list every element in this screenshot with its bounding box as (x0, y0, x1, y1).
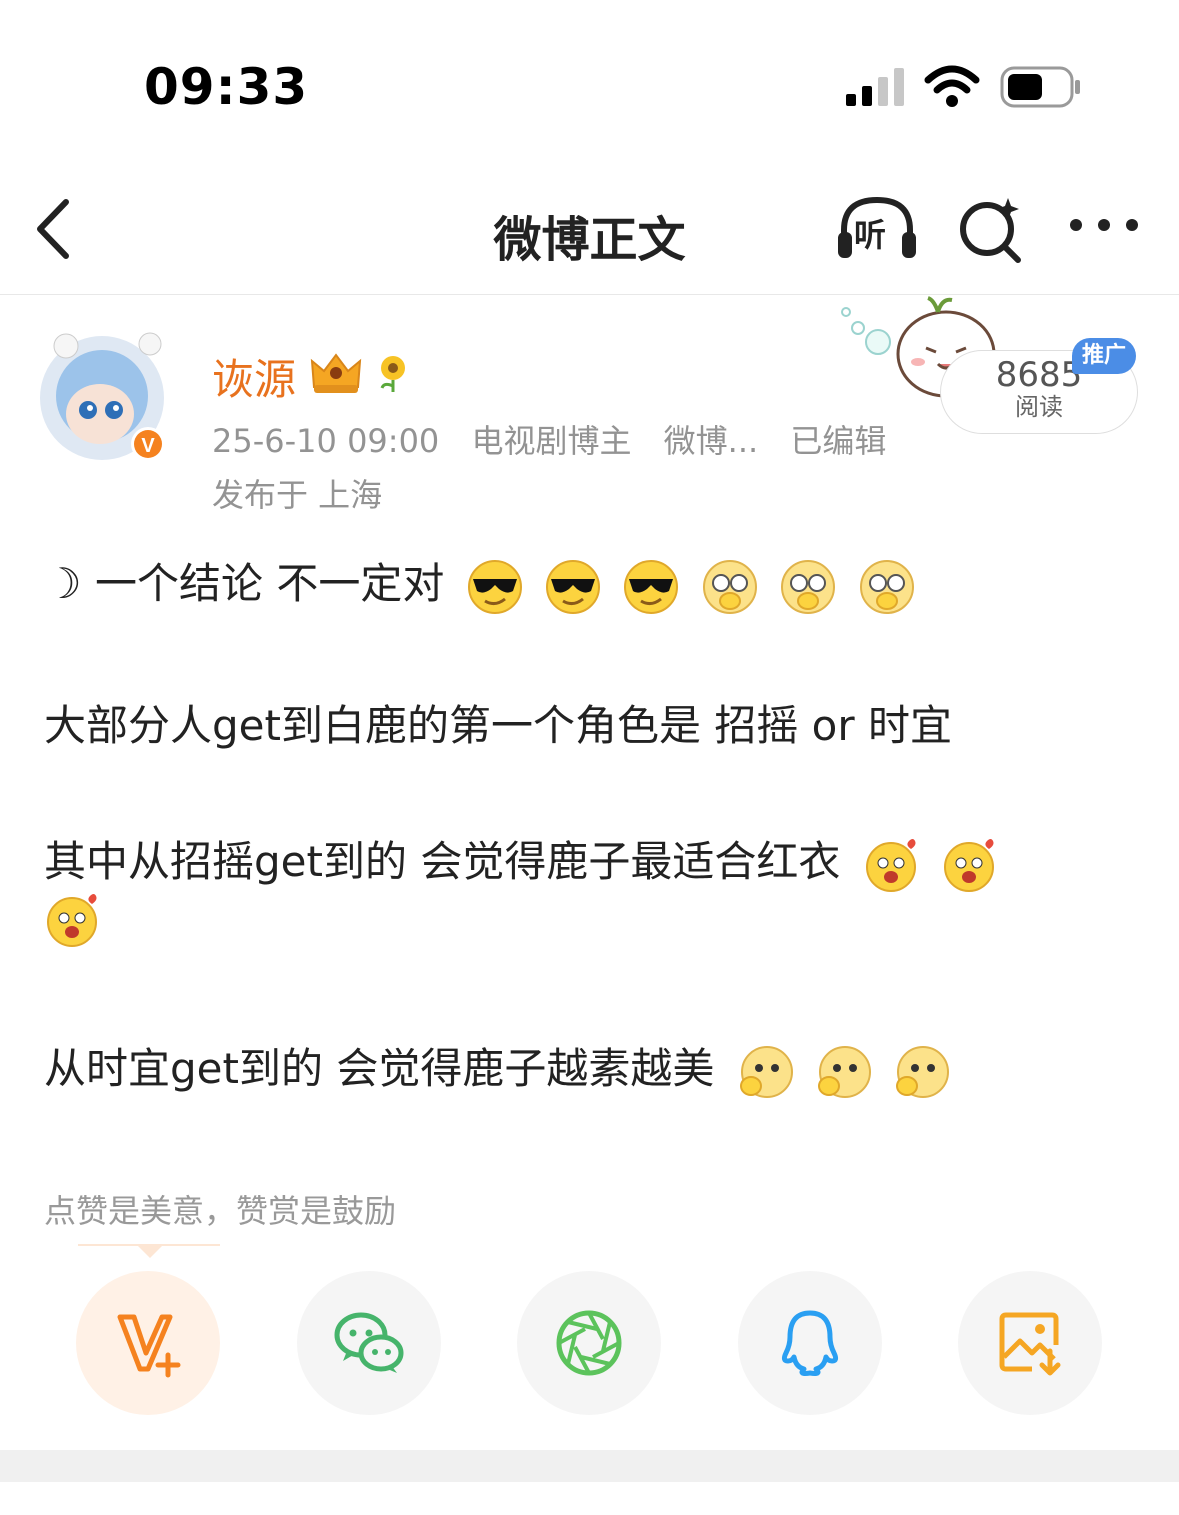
search-icon[interactable] (956, 194, 1026, 264)
wifi-icon (924, 65, 980, 107)
thinking-emoji-icon (815, 1044, 872, 1100)
sunglasses-emoji-icon (545, 559, 601, 615)
v-plus-icon (117, 1314, 181, 1378)
reward-text: 点赞是美意，赞赏是鼓励 (44, 1192, 397, 1230)
thinking-emoji-icon (737, 1044, 793, 1100)
post-text-4: 从时宜get到的 会觉得鹿子越素越美 (44, 1044, 715, 1093)
author-role[interactable]: 电视剧博主 (471, 422, 631, 460)
qq-icon (781, 1310, 839, 1376)
status-bar: 09:33 (0, 0, 1179, 170)
moments-icon (556, 1310, 622, 1376)
promote-badge[interactable]: 推广 (1072, 338, 1136, 374)
share-weibo-vplus-button[interactable] (76, 1271, 220, 1415)
post-line-1: ☽ 一个结论 不一定对 (44, 550, 915, 615)
thinking-emoji-icon (893, 1044, 950, 1100)
crown-badge-icon[interactable] (308, 349, 364, 395)
verified-badge: V (141, 435, 155, 457)
post-text-3: 其中从招摇get到的 会觉得鹿子最适合红衣 (44, 837, 841, 886)
post-location: 发布于 上海 (212, 476, 383, 514)
share-wechat-button[interactable] (297, 1271, 441, 1415)
facepalm-emoji-icon (702, 559, 758, 615)
share-qq-button[interactable] (738, 1271, 882, 1415)
sunglasses-emoji-icon (623, 559, 679, 615)
nav-bar: 微博正文 听 (0, 170, 1179, 295)
post-meta: 25-6-10 09:00 电视剧博主 微博... 已编辑 (212, 416, 908, 462)
sunflower-badge-icon[interactable] (374, 352, 412, 392)
post-source[interactable]: 微博... (664, 422, 759, 460)
facepalm-emoji-icon (859, 559, 915, 615)
author-name[interactable]: 诙源 (212, 346, 296, 407)
author-avatar[interactable]: V (38, 322, 170, 464)
status-time: 09:33 (144, 58, 309, 116)
cellular-signal-icon (846, 68, 904, 106)
sunglasses-emoji-icon (467, 559, 523, 615)
post-line-3-cont (44, 892, 100, 948)
heart-eyes-emoji-icon (863, 837, 919, 893)
listen-label: 听 (854, 216, 887, 254)
wechat-icon (334, 1312, 404, 1373)
more-icon[interactable] (1066, 210, 1142, 240)
tooltip-arrow (136, 1244, 164, 1258)
post-line-4: 从时宜get到的 会觉得鹿子越素越美 (44, 1035, 950, 1100)
save-image-icon (999, 1312, 1061, 1376)
read-count-label: 阅读 (1015, 393, 1063, 421)
post-line-2: 大部分人get到白鹿的第一个角色是 招摇 or 时宜 (44, 701, 952, 750)
edited-label[interactable]: 已编辑 (790, 422, 886, 460)
facepalm-emoji-icon (780, 559, 836, 615)
post-line-3: 其中从招摇get到的 会觉得鹿子最适合红衣 (44, 828, 997, 893)
bottom-divider (0, 1450, 1179, 1482)
post-text-1: ☽ 一个结论 不一定对 (44, 559, 445, 608)
heart-eyes-emoji-icon (941, 837, 997, 893)
battery-icon (1000, 66, 1080, 108)
save-image-button[interactable] (958, 1271, 1102, 1415)
post-timestamp: 25-6-10 09:00 (212, 422, 440, 460)
heart-eyes-emoji-icon (44, 892, 100, 948)
listen-button[interactable]: 听 (834, 192, 920, 264)
share-moments-button[interactable] (517, 1271, 661, 1415)
